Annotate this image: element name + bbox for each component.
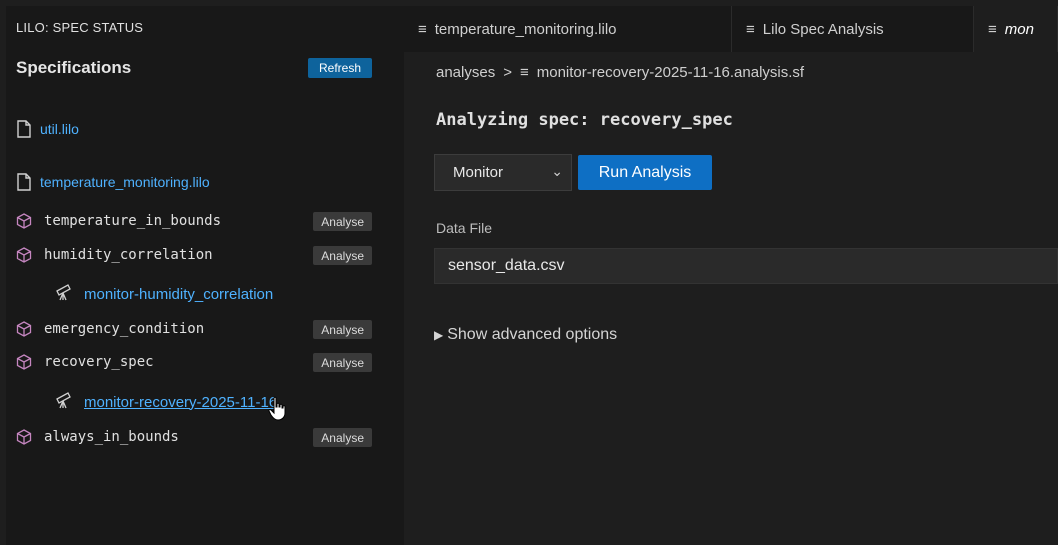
monitor-item-humidity[interactable]: monitor-humidity_correlation: [54, 282, 273, 306]
cube-icon: [16, 213, 38, 229]
lines-icon: ≡: [988, 20, 997, 38]
lines-icon: ≡: [418, 20, 427, 38]
tab-label: temperature_monitoring.lilo: [434, 20, 617, 38]
cube-icon: [16, 354, 38, 370]
advanced-options-label: Show advanced options: [447, 326, 618, 343]
mode-select-value: Monitor: [453, 164, 504, 181]
monitor-label: monitor-recovery-2025-11-16: [84, 393, 278, 411]
telescope-icon: [54, 282, 74, 306]
file-item-util[interactable]: util.lilo: [16, 120, 79, 138]
spec-item-always-in-bounds[interactable]: always_in_bounds Analyse: [16, 426, 372, 448]
file-label: util.lilo: [40, 121, 79, 137]
chevron-down-icon: ⌄: [551, 163, 563, 179]
mode-select[interactable]: Monitor ⌄: [434, 154, 572, 191]
cube-icon: [16, 321, 38, 337]
hand-cursor-icon: [268, 396, 290, 427]
telescope-icon: [54, 390, 74, 414]
spec-name: recovery_spec: [44, 354, 154, 370]
analyse-button[interactable]: Analyse: [313, 212, 372, 231]
data-file-input[interactable]: sensor_data.csv: [434, 248, 1058, 284]
spec-name: always_in_bounds: [44, 429, 179, 445]
lines-icon: ≡: [519, 64, 529, 81]
cube-icon: [16, 429, 38, 445]
breadcrumb: analyses > ≡ monitor-recovery-2025-11-16…: [436, 64, 804, 81]
page-title: Analyzing spec: recovery_spec: [436, 110, 733, 130]
spec-name: emergency_condition: [44, 321, 205, 337]
file-item-temperature-monitoring[interactable]: temperature_monitoring.lilo: [16, 173, 210, 191]
section-title: Specifications: [16, 58, 132, 77]
spec-item-temperature-in-bounds[interactable]: temperature_in_bounds Analyse: [16, 210, 372, 232]
tab-temperature-monitoring[interactable]: ≡ temperature_monitoring.lilo: [404, 6, 732, 52]
tab-monitor-analysis[interactable]: ≡ mon: [974, 6, 1058, 52]
monitor-item-recovery[interactable]: monitor-recovery-2025-11-16: [54, 390, 277, 414]
refresh-button[interactable]: Refresh: [308, 58, 372, 78]
data-file-label: Data File: [436, 220, 493, 236]
triangle-right-icon: ▶: [434, 328, 444, 342]
app-window: LILO: SPEC STATUS Specifications Refresh…: [6, 6, 1058, 545]
lines-icon: ≡: [746, 20, 755, 38]
sidebar-header: LILO: SPEC STATUS: [16, 20, 144, 35]
breadcrumb-current[interactable]: monitor-recovery-2025-11-16.analysis.sf: [537, 64, 804, 81]
spec-name: temperature_in_bounds: [44, 213, 222, 229]
file-label: temperature_monitoring.lilo: [40, 174, 210, 190]
analyse-button[interactable]: Analyse: [313, 320, 372, 339]
file-icon: [16, 173, 32, 191]
breadcrumb-parent[interactable]: analyses: [436, 64, 495, 81]
advanced-options-toggle[interactable]: ▶ Show advanced options: [434, 326, 617, 344]
spec-item-emergency-condition[interactable]: emergency_condition Analyse: [16, 318, 372, 340]
breadcrumb-separator: >: [503, 64, 512, 81]
run-analysis-button[interactable]: Run Analysis: [578, 155, 712, 190]
analyse-button[interactable]: Analyse: [313, 246, 372, 265]
file-icon: [16, 120, 32, 138]
analyse-button[interactable]: Analyse: [313, 353, 372, 372]
tab-lilo-spec-analysis[interactable]: ≡ Lilo Spec Analysis: [732, 6, 974, 52]
spec-item-recovery-spec[interactable]: recovery_spec Analyse: [16, 351, 372, 373]
spec-name: humidity_correlation: [44, 247, 213, 263]
tab-label: mon: [1004, 20, 1034, 38]
monitor-label: monitor-humidity_correlation: [84, 285, 274, 303]
data-file-value: sensor_data.csv: [448, 257, 565, 274]
spec-status-sidebar: LILO: SPEC STATUS Specifications Refresh…: [6, 6, 404, 545]
spec-item-humidity-correlation[interactable]: humidity_correlation Analyse: [16, 244, 372, 266]
cube-icon: [16, 247, 38, 263]
analyse-button[interactable]: Analyse: [313, 428, 372, 447]
editor-tab-bar: ≡ temperature_monitoring.lilo ≡ Lilo Spe…: [404, 6, 1058, 52]
tab-label: Lilo Spec Analysis: [762, 20, 884, 38]
